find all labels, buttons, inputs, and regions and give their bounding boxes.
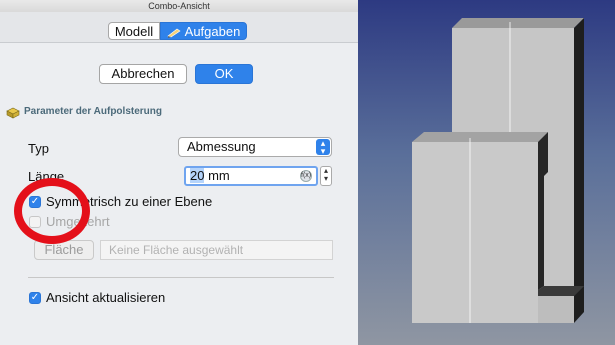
type-select-value: Abmessung [187,139,256,154]
divider [28,277,334,278]
ok-button[interactable]: OK [195,64,253,84]
tab-model[interactable]: Modell [108,22,160,40]
tab-tasks[interactable]: Aufgaben [160,22,247,40]
task-panel: Combo-Ansicht Modell Aufgaben Abbrechen … [0,0,358,345]
reversed-checkbox[interactable] [29,216,41,228]
back-block-side-face [574,18,584,296]
updown-chevron-icon: ▴ ▾ [316,139,330,156]
view-tab-bar: Modell Aufgaben [0,12,358,43]
3d-viewport[interactable] [358,0,615,345]
symmetric-checkbox[interactable]: ✓ [29,196,41,208]
length-selected-number: 20 [190,168,205,183]
pad-parameters-header[interactable]: Parameter der Aufpolsterung [6,104,346,122]
tasks-icon [167,28,181,38]
type-select[interactable]: Abmessung ▴ ▾ [178,137,332,157]
face-field-placeholder: Keine Fläche ausgewählt [109,243,244,257]
expression-icon[interactable]: f(x) [300,170,312,182]
length-label: Länge [28,169,65,184]
type-label: Typ [28,141,49,156]
pad-icon [6,107,20,119]
face-button[interactable]: Fläche [34,240,94,260]
back-block-top-face [452,18,584,28]
tab-tasks-label: Aufgaben [184,24,241,39]
3d-model-render [412,18,584,323]
update-view-checkbox[interactable]: ✓ [29,292,41,304]
length-spinner[interactable]: ▴ ▾ [320,166,332,186]
update-view-label: Ansicht aktualisieren [46,290,166,305]
length-input[interactable]: 20 mm f(x) [184,166,318,186]
section-title: Parameter der Aufpolsterung [24,106,162,117]
front-block-front-face [412,142,538,323]
symmetric-label: Symmetrisch zu einer Ebene [46,194,213,209]
cancel-button[interactable]: Abbrechen [99,64,187,84]
length-input-value: 20 mm [190,168,230,184]
face-field[interactable]: Keine Fläche ausgewählt [100,240,333,260]
annotation-circle [14,178,90,244]
slot-base-face [538,296,574,323]
reversed-label: Umgekehrt [46,214,110,229]
front-block-top-face [412,132,548,142]
length-unit: mm [204,168,230,183]
